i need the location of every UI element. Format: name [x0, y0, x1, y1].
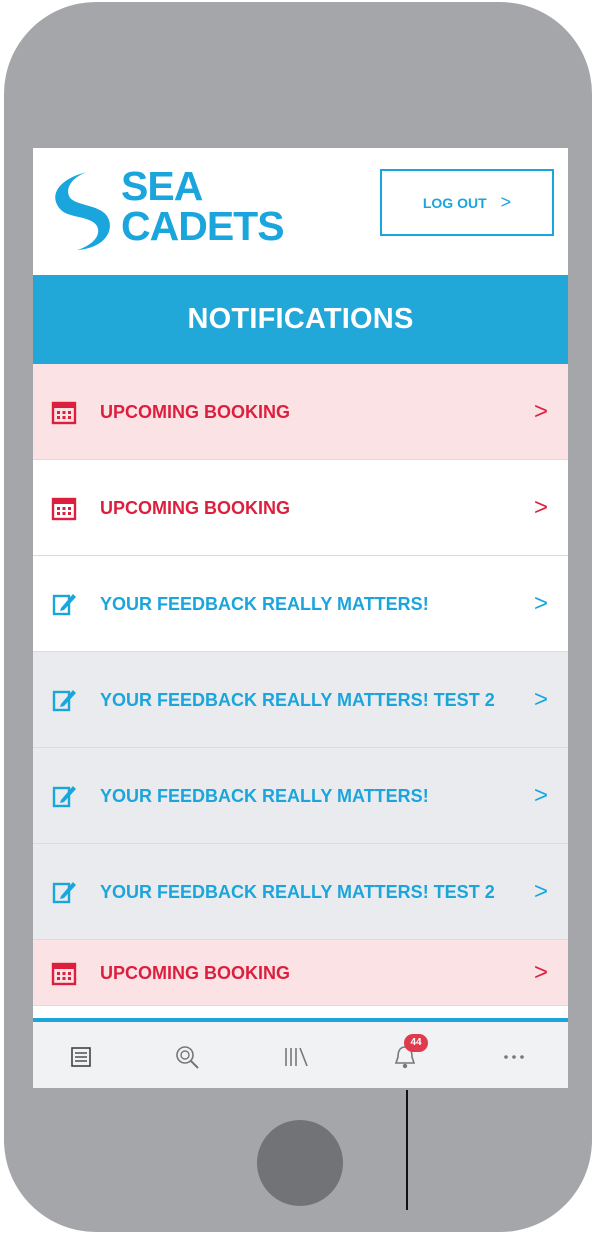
logout-label: LOG OUT: [422, 194, 487, 211]
list-item[interactable]: UPCOMING BOOKING >: [33, 460, 568, 556]
chevron-right-icon: >: [533, 685, 548, 713]
wave-icon: [55, 172, 110, 250]
library-icon: [285, 1047, 308, 1067]
top-bar: SEA CADETS LOG OUT >: [33, 148, 568, 275]
notification-title: YOUR FEEDBACK REALLY MATTERS! TEST 2: [100, 881, 495, 902]
list-icon: [71, 1047, 91, 1067]
calendar-icon: [51, 962, 77, 985]
tab-search[interactable]: [172, 1042, 202, 1072]
tab-list[interactable]: [66, 1042, 96, 1072]
app-screen: SEA CADETS LOG OUT > NOTIFICATIONS UPCOM…: [33, 148, 568, 1088]
list-item[interactable]: UPCOMING BOOKING >: [33, 940, 568, 1006]
bottom-tab-bar: 44: [33, 1018, 568, 1088]
brand-name: SEA CADETS: [121, 163, 285, 249]
notification-title: YOUR FEEDBACK REALLY MATTERS! TEST 2: [100, 689, 495, 710]
chevron-right-icon: >: [533, 877, 548, 905]
list-item[interactable]: YOUR FEEDBACK REALLY MATTERS! >: [33, 748, 568, 844]
tab-notifications[interactable]: 44: [390, 1034, 428, 1072]
chevron-right-icon: >: [533, 397, 548, 425]
edit-icon: [52, 881, 76, 903]
list-item[interactable]: YOUR FEEDBACK REALLY MATTERS! TEST 2 >: [33, 844, 568, 940]
callout-line: [406, 1090, 408, 1210]
list-item[interactable]: YOUR FEEDBACK REALLY MATTERS! >: [33, 556, 568, 652]
chevron-right-icon: >: [533, 493, 548, 521]
logout-button[interactable]: LOG OUT >: [380, 169, 554, 236]
notifications-header: NOTIFICATIONS: [33, 275, 568, 364]
edit-icon: [52, 785, 76, 807]
notification-list: UPCOMING BOOKING > UPCOMING BOOKING > YO…: [33, 364, 568, 1006]
search-icon: [176, 1046, 199, 1069]
more-icon: [504, 1055, 524, 1059]
page-title: NOTIFICATIONS: [187, 303, 414, 335]
notification-title: YOUR FEEDBACK REALLY MATTERS!: [100, 593, 429, 614]
notification-title: UPCOMING BOOKING: [100, 962, 291, 983]
home-button[interactable]: [257, 1120, 343, 1206]
notification-count-badge: 44: [404, 1034, 428, 1052]
notification-title: UPCOMING BOOKING: [100, 497, 291, 518]
sea-cadets-logo: SEA CADETS: [47, 166, 347, 258]
chevron-right-icon: >: [500, 192, 512, 212]
chevron-right-icon: >: [533, 958, 548, 986]
notification-title: YOUR FEEDBACK REALLY MATTERS!: [100, 785, 429, 806]
tab-more[interactable]: [499, 1042, 529, 1072]
calendar-icon: [51, 401, 77, 424]
edit-icon: [52, 593, 76, 615]
notification-title: UPCOMING BOOKING: [100, 401, 291, 422]
list-item[interactable]: UPCOMING BOOKING >: [33, 364, 568, 460]
chevron-right-icon: >: [533, 781, 548, 809]
brand-line-2: CADETS: [121, 203, 285, 249]
brand-line-1: SEA: [121, 163, 203, 209]
edit-icon: [52, 689, 76, 711]
calendar-icon: [51, 497, 77, 520]
chevron-right-icon: >: [533, 589, 548, 617]
list-item[interactable]: YOUR FEEDBACK REALLY MATTERS! TEST 2 >: [33, 652, 568, 748]
tab-library[interactable]: [281, 1042, 311, 1072]
